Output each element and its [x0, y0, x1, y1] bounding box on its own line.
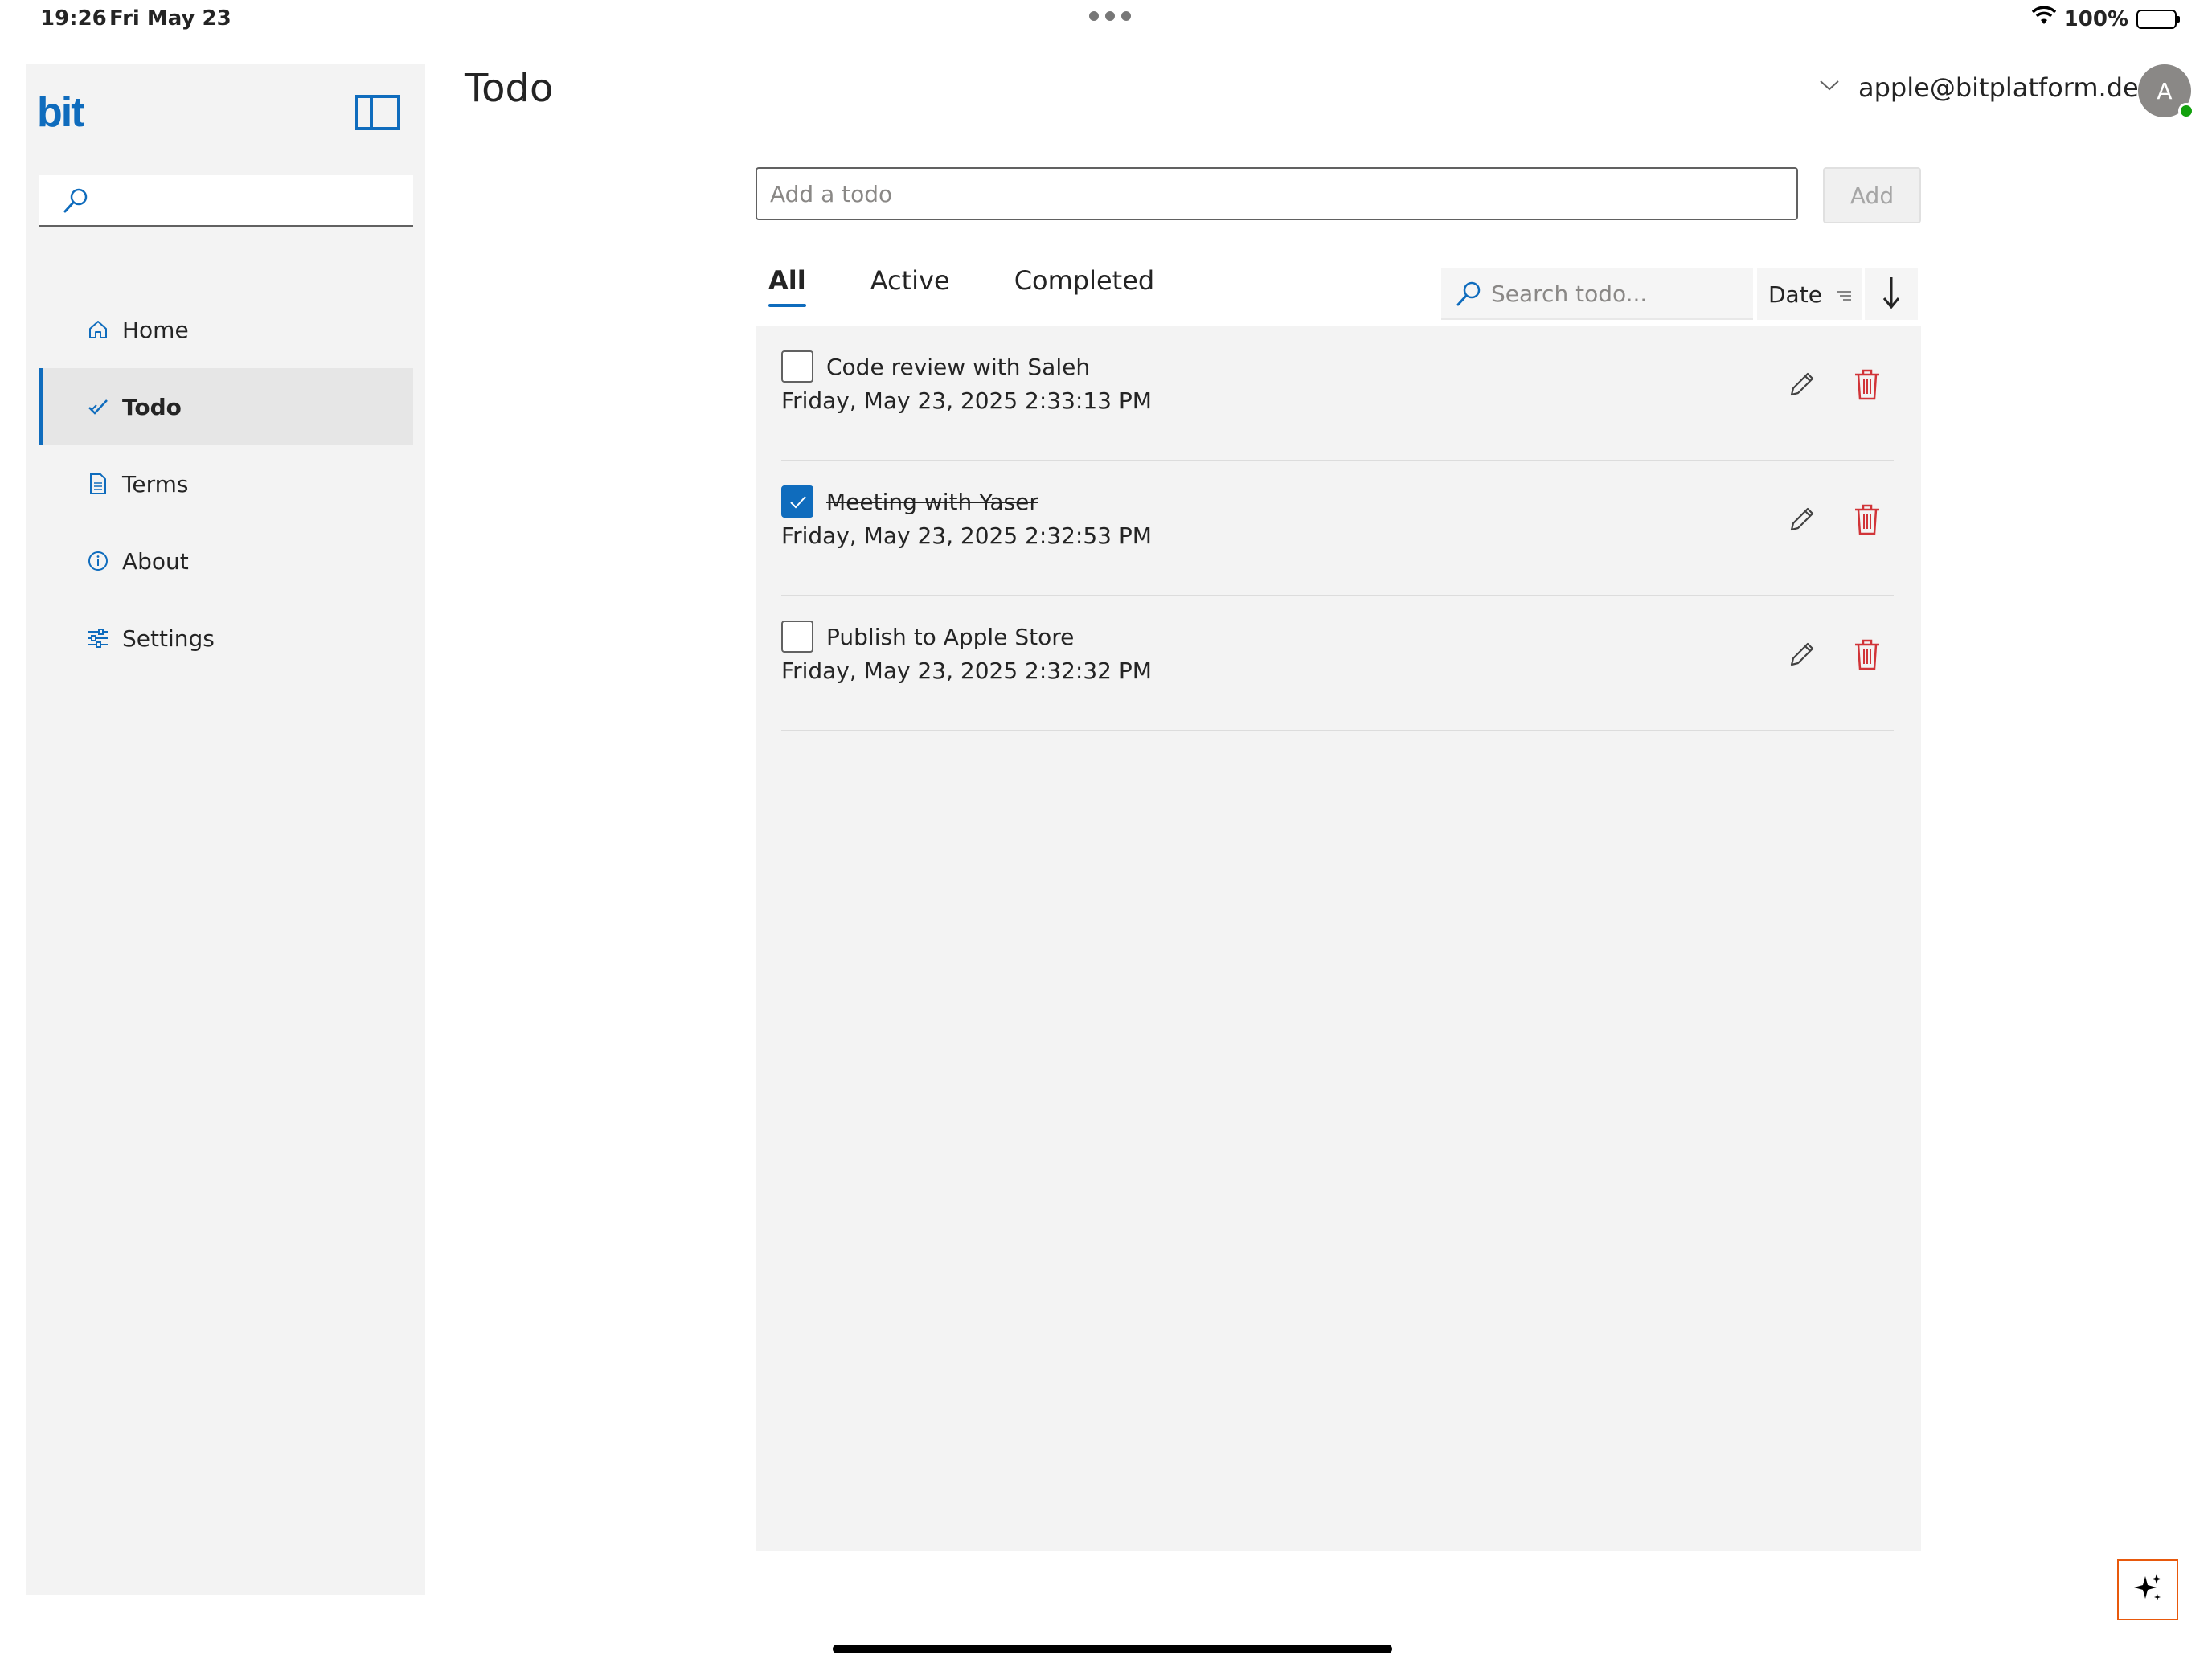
page-title: Todo [465, 66, 554, 111]
add-todo-input[interactable] [756, 167, 1798, 220]
trash-icon[interactable] [1849, 367, 1886, 403]
todo-item: Publish to Apple Store Friday, May 23, 2… [781, 596, 1894, 731]
todo-date: Friday, May 23, 2025 2:33:13 PM [781, 387, 1152, 414]
sidebar-item-settings[interactable]: Settings [39, 600, 413, 677]
tab-completed[interactable]: Completed [1002, 265, 1168, 307]
add-button[interactable]: Add [1823, 167, 1921, 223]
battery-icon [2136, 9, 2180, 29]
sidebar-toggle-icon[interactable] [355, 95, 400, 130]
wifi-icon [2031, 6, 2056, 31]
todo-checkbox[interactable] [781, 621, 813, 653]
checkmark-icon [790, 496, 806, 509]
sidebar: bit Home Todo Terms About Settings [26, 64, 425, 1595]
edit-icon[interactable] [1783, 367, 1820, 403]
multitasking-dots-icon[interactable] [1089, 11, 1131, 21]
todo-search-box [1441, 268, 1753, 320]
search-icon [61, 186, 90, 219]
trash-icon[interactable] [1849, 502, 1886, 539]
sort-direction-button[interactable] [1865, 268, 1918, 320]
todo-title: Meeting with Yaser [826, 489, 1038, 515]
info-icon [87, 550, 109, 572]
user-email[interactable]: apple@bitplatform.dev [1858, 72, 2154, 103]
status-date: Fri May 23 [109, 6, 231, 31]
sidebar-item-about[interactable]: About [39, 522, 413, 600]
sidebar-item-label: Home [122, 316, 189, 343]
search-icon [1454, 280, 1483, 312]
trash-icon[interactable] [1849, 637, 1886, 674]
todo-checkbox[interactable] [781, 485, 813, 518]
sliders-icon [87, 627, 109, 649]
tab-active[interactable]: Active [858, 265, 963, 307]
document-icon [87, 473, 109, 495]
ai-assistant-button[interactable] [2117, 1559, 2178, 1620]
sparkle-icon [2131, 1571, 2165, 1608]
sidebar-item-label: Settings [122, 625, 215, 652]
home-icon [87, 318, 109, 341]
filter-tabs: All Active Completed [756, 265, 1167, 307]
sidebar-item-label: Terms [122, 470, 189, 498]
sidebar-item-label: Todo [122, 393, 182, 420]
battery-percent: 100% [2063, 6, 2128, 31]
sidebar-search-input[interactable] [39, 175, 413, 227]
edit-icon[interactable] [1783, 637, 1820, 674]
sort-label: Date [1768, 281, 1822, 308]
status-indicators: 100% [2031, 6, 2180, 31]
chevron-down-icon[interactable] [1818, 77, 1841, 96]
todo-checkbox[interactable] [781, 350, 813, 383]
sidebar-item-terms[interactable]: Terms [39, 445, 413, 522]
sidebar-nav: Home Todo Terms About Settings [39, 291, 413, 677]
sidebar-item-todo[interactable]: Todo [39, 368, 413, 445]
status-time: 19:26 [40, 6, 107, 31]
tab-all[interactable]: All [756, 265, 819, 307]
arrow-down-icon [1882, 276, 1901, 313]
home-indicator[interactable] [833, 1645, 1392, 1653]
todo-title: Code review with Saleh [826, 354, 1091, 380]
sort-dropdown[interactable]: Date [1757, 268, 1862, 320]
sidebar-item-home[interactable]: Home [39, 291, 413, 368]
todo-date: Friday, May 23, 2025 2:32:32 PM [781, 657, 1152, 684]
edit-icon[interactable] [1783, 502, 1820, 539]
todo-list: Code review with Saleh Friday, May 23, 2… [756, 326, 1921, 1551]
checkmark-icon [87, 395, 109, 418]
todo-item: Code review with Saleh Friday, May 23, 2… [781, 326, 1894, 461]
sidebar-item-label: About [122, 547, 189, 575]
todo-search-input[interactable] [1491, 268, 1740, 318]
todo-item: Meeting with Yaser Friday, May 23, 2025 … [781, 461, 1894, 596]
todo-date: Friday, May 23, 2025 2:32:53 PM [781, 522, 1152, 549]
filter-lines-icon [1835, 281, 1853, 308]
presence-status-icon [2178, 103, 2194, 119]
bit-logo[interactable]: bit [37, 88, 85, 137]
todo-title: Publish to Apple Store [826, 624, 1075, 650]
